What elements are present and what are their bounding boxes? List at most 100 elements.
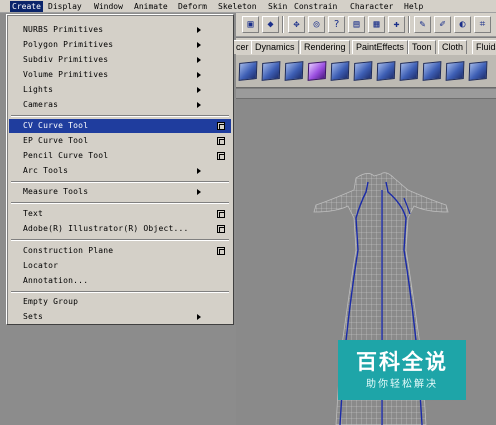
menu-item-subdiv-primitives[interactable]: Subdiv Primitives (9, 53, 231, 67)
menu-item-empty-group[interactable]: Empty Group (9, 295, 231, 309)
option-box-icon[interactable] (217, 225, 225, 233)
menu-item-ep-curve-tool[interactable]: EP Curve Tool (9, 134, 231, 148)
submenu-arrow-icon (197, 314, 201, 320)
menu-help[interactable]: Help (404, 1, 423, 12)
menu-separator (11, 239, 229, 241)
poly-cube-icon[interactable] (259, 58, 283, 84)
menu-item-construction-plane[interactable]: Construction Plane (9, 244, 231, 258)
menu-item-cv-curve-tool[interactable]: CV Curve Tool (9, 119, 231, 133)
menu-display[interactable]: Display (48, 1, 82, 12)
watermark-logo: 百科全说 助你轻松解决 (338, 340, 466, 400)
rotate-icon[interactable]: ◎ (308, 16, 325, 33)
menu-item-label: Text (23, 209, 44, 218)
mesh-icon[interactable] (351, 58, 375, 84)
menu-separator (11, 202, 229, 204)
menu-item-volume-primitives[interactable]: Volume Primitives (9, 68, 231, 82)
option-box-icon[interactable] (217, 247, 225, 255)
menu-item-label: Lights (23, 85, 54, 94)
menu-item-measure-tools[interactable]: Measure Tools (9, 185, 231, 199)
watermark-title: 百科全说 (356, 350, 448, 374)
menu-item-label: Measure Tools (23, 187, 89, 196)
status-toolbar: ▣ ◆ ✥ ◎ ? ▤ ▦ ✚ ✎ ✐ ◐ ⌗ (236, 13, 496, 37)
menu-item-label: Construction Plane (23, 246, 114, 255)
menu-item-label: Locator (23, 261, 59, 270)
submenu-arrow-icon (197, 27, 201, 33)
menu-item-label: Sets (23, 312, 44, 321)
menu-item-label: Polygon Primitives (23, 40, 114, 49)
cylinder-icon[interactable] (282, 58, 306, 84)
paint-icon[interactable]: ✎ (414, 16, 431, 33)
tab-toon[interactable]: Toon (408, 40, 436, 54)
tab-cloth[interactable]: Cloth (438, 40, 468, 54)
menu-item-label: Arc Tools (23, 166, 69, 175)
menu-item-annotation[interactable]: Annotation... (9, 274, 231, 288)
snap-icon[interactable]: ◆ (262, 16, 279, 33)
sphere-icon[interactable] (443, 58, 467, 84)
menu-item-sets[interactable]: Sets (9, 310, 231, 324)
create-dropdown-menu: NURBS Primitives Polygon Primitives Subd… (6, 14, 234, 325)
menu-item-arc-tools[interactable]: Arc Tools (9, 164, 231, 178)
menu-deform[interactable]: Deform (178, 1, 207, 12)
shelf-icon-bar (236, 55, 496, 88)
render-icon[interactable]: ▤ (348, 16, 365, 33)
submenu-arrow-icon (197, 87, 201, 93)
tab-rendering[interactable]: Rendering (300, 40, 350, 54)
tab-custom[interactable]: cer (232, 40, 253, 54)
menu-item-label: Annotation... (23, 276, 89, 285)
tab-fluids[interactable]: Fluids (472, 40, 496, 54)
menu-separator (11, 181, 229, 183)
submenu-arrow-icon (197, 42, 201, 48)
menu-item-label: CV Curve Tool (23, 121, 89, 130)
menu-item-label: Pencil Curve Tool (23, 151, 109, 160)
cube-icon[interactable] (236, 58, 260, 84)
menu-animate[interactable]: Animate (134, 1, 168, 12)
tab-painteffects[interactable]: PaintEffects (352, 40, 408, 54)
menu-window[interactable]: Window (94, 1, 123, 12)
menu-skeleton[interactable]: Skeleton (218, 1, 257, 12)
cloth-icon[interactable] (374, 58, 398, 84)
palette-icon[interactable]: ◐ (454, 16, 471, 33)
camera-icon[interactable]: ✚ (388, 16, 405, 33)
menu-item-adobe-illustrator-object[interactable]: Adobe(R) Illustrator(R) Object... (9, 222, 231, 236)
menu-item-locator[interactable]: Locator (9, 259, 231, 273)
menu-constrain[interactable]: Constrain (294, 1, 337, 12)
main-menu-bar: Create Display Window Animate Deform Ske… (0, 0, 496, 13)
menu-create[interactable]: Create (10, 1, 43, 12)
option-box-icon[interactable] (217, 152, 225, 160)
menu-item-pencil-curve-tool[interactable]: Pencil Curve Tool (9, 149, 231, 163)
plane-icon[interactable] (328, 58, 352, 84)
torus-icon[interactable] (420, 58, 444, 84)
menu-character[interactable]: Character (350, 1, 393, 12)
menu-item-text[interactable]: Text (9, 207, 231, 221)
help-icon[interactable]: ? (328, 16, 345, 33)
submenu-arrow-icon (197, 57, 201, 63)
option-box-icon[interactable] (217, 122, 225, 130)
tab-dynamics[interactable]: Dynamics (251, 40, 299, 54)
menu-item-label: Adobe(R) Illustrator(R) Object... (23, 224, 189, 233)
move-icon[interactable]: ✥ (288, 16, 305, 33)
menu-item-cameras[interactable]: Cameras (9, 98, 231, 112)
surface-icon[interactable] (397, 58, 421, 84)
menu-item-lights[interactable]: Lights (9, 83, 231, 97)
menu-item-label: Subdiv Primitives (23, 55, 109, 64)
select-tool-icon[interactable]: ▣ (242, 16, 259, 33)
menu-skin[interactable]: Skin (268, 1, 287, 12)
brush-icon[interactable]: ✐ (434, 16, 451, 33)
menu-item-nurbs-primitives[interactable]: NURBS Primitives (9, 23, 231, 37)
patch-icon[interactable] (466, 58, 490, 84)
menu-item-label: Cameras (23, 100, 59, 109)
menu-separator (11, 115, 229, 117)
viewport-menu-strip (236, 89, 496, 99)
submenu-arrow-icon (197, 72, 201, 78)
graph-icon[interactable]: ⌗ (474, 16, 491, 33)
menu-item-polygon-primitives[interactable]: Polygon Primitives (9, 38, 231, 52)
menu-item-label: EP Curve Tool (23, 136, 89, 145)
ipr-icon[interactable]: ▦ (368, 16, 385, 33)
submenu-arrow-icon (197, 168, 201, 174)
menu-item-label: Empty Group (23, 297, 79, 306)
option-box-icon[interactable] (217, 210, 225, 218)
purple-cube-icon[interactable] (305, 58, 329, 84)
submenu-arrow-icon (197, 102, 201, 108)
menu-item-label: Volume Primitives (23, 70, 109, 79)
option-box-icon[interactable] (217, 137, 225, 145)
